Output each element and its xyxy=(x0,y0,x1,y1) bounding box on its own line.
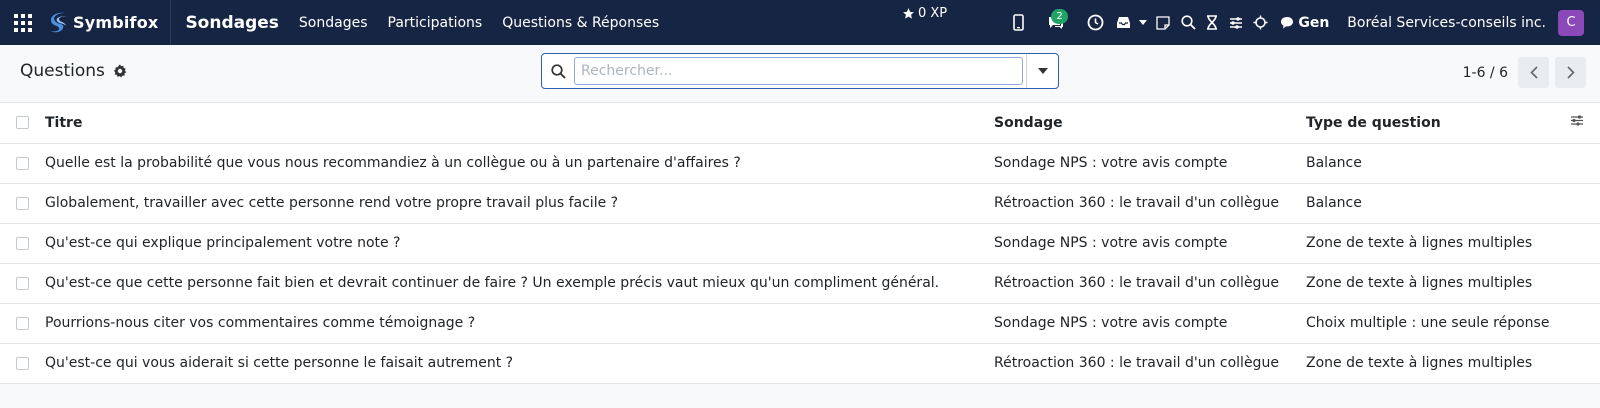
control-panel: Questions 1-6 / 6 xyxy=(0,45,1600,103)
question-title[interactable]: Pourrions-nous citer vos commentaires co… xyxy=(45,303,994,344)
select-all-checkbox[interactable] xyxy=(16,116,29,130)
search-icon[interactable] xyxy=(542,63,574,79)
row-filler xyxy=(1570,263,1600,304)
brand-logo[interactable]: Symbifox xyxy=(45,0,172,45)
pager-previous-button[interactable] xyxy=(1518,57,1549,88)
search-input[interactable] xyxy=(574,57,1023,85)
table-row[interactable]: Qu'est-ce qui vous aiderait si cette per… xyxy=(0,343,1600,384)
table-row[interactable]: Pourrions-nous citer vos commentaires co… xyxy=(0,303,1600,344)
question-type[interactable]: Balance xyxy=(1306,183,1570,224)
row-select-cell xyxy=(0,183,45,224)
caret-down-icon xyxy=(1037,68,1048,74)
question-title[interactable]: Qu'est-ce que cette personne fait bien e… xyxy=(45,263,994,304)
question-type[interactable]: Zone de texte à lignes multiples xyxy=(1306,263,1570,304)
row-filler xyxy=(1570,183,1600,224)
menu-item-questions-reponses[interactable]: Questions & Réponses xyxy=(502,15,659,31)
row-select-cell xyxy=(0,223,45,264)
questions-list: Titre Sondage Type de question Quelle es… xyxy=(0,103,1600,384)
row-select-cell xyxy=(0,343,45,384)
avatar[interactable]: C xyxy=(1558,9,1584,36)
apps-grid-icon[interactable] xyxy=(0,0,45,45)
question-survey[interactable]: Sondage NPS : votre avis compte xyxy=(994,303,1306,344)
question-survey[interactable]: Rétroaction 360 : le travail d'un collèg… xyxy=(994,343,1306,384)
question-title[interactable]: Quelle est la probabilité que vous nous … xyxy=(45,143,994,184)
table-row[interactable]: Globalement, travailler avec cette perso… xyxy=(0,183,1600,224)
search-options-toggle[interactable] xyxy=(1026,54,1058,88)
page-title: Questions xyxy=(20,61,105,81)
row-checkbox[interactable] xyxy=(16,276,29,290)
question-title[interactable]: Qu'est-ce qui vous aiderait si cette per… xyxy=(45,343,994,384)
table-row[interactable]: Quelle est la probabilité que vous nous … xyxy=(0,143,1600,184)
table-row[interactable]: Qu'est-ce que cette personne fait bien e… xyxy=(0,263,1600,304)
column-header-type[interactable]: Type de question xyxy=(1306,103,1570,144)
row-checkbox[interactable] xyxy=(16,196,29,210)
pager: 1-6 / 6 xyxy=(1463,57,1586,88)
pager-value[interactable]: 1-6 / 6 xyxy=(1463,65,1508,81)
question-survey[interactable]: Sondage NPS : votre avis compte xyxy=(994,223,1306,264)
brand-name: Symbifox xyxy=(73,13,159,32)
row-checkbox[interactable] xyxy=(16,316,29,330)
star-icon xyxy=(903,8,914,19)
company-name[interactable]: Boréal Services-conseils inc. xyxy=(1347,15,1546,31)
question-survey[interactable]: Rétroaction 360 : le travail d'un collèg… xyxy=(994,263,1306,304)
user-short-name: Gen xyxy=(1298,14,1330,31)
chevron-right-icon xyxy=(1566,66,1575,79)
sliders-icon xyxy=(1571,115,1583,126)
question-type[interactable]: Zone de texte à lignes multiples xyxy=(1306,343,1570,384)
row-filler xyxy=(1570,143,1600,184)
row-select-cell xyxy=(0,143,45,184)
logo-icon xyxy=(51,12,67,32)
bug-icon[interactable] xyxy=(1248,0,1272,45)
gear-icon[interactable] xyxy=(113,64,127,78)
optional-columns-toggle[interactable] xyxy=(1570,103,1600,144)
systray: 2 Gen Boréal Services-conseils inc. C xyxy=(1006,0,1600,45)
chevron-down-icon[interactable] xyxy=(1136,0,1150,45)
column-header-title[interactable]: Titre xyxy=(45,103,994,144)
xp-value: 0 XP xyxy=(918,6,948,21)
row-checkbox[interactable] xyxy=(16,156,29,170)
hourglass-icon[interactable] xyxy=(1200,0,1224,45)
question-type[interactable]: Zone de texte à lignes multiples xyxy=(1306,223,1570,264)
xp-indicator[interactable]: 0 XP xyxy=(902,6,947,21)
question-type[interactable]: Balance xyxy=(1306,143,1570,184)
top-navbar: Symbifox Sondages Sondages Participation… xyxy=(0,0,1600,45)
question-survey[interactable]: Rétroaction 360 : le travail d'un collèg… xyxy=(994,183,1306,224)
user-menu[interactable]: Gen xyxy=(1280,15,1329,31)
messages-badge: 2 xyxy=(1051,9,1068,24)
select-all-cell xyxy=(0,103,45,144)
clock-icon[interactable] xyxy=(1080,0,1110,45)
row-checkbox[interactable] xyxy=(16,236,29,250)
row-checkbox[interactable] xyxy=(16,356,29,370)
column-header-survey[interactable]: Sondage xyxy=(994,103,1306,144)
row-select-cell xyxy=(0,263,45,304)
app-name[interactable]: Sondages xyxy=(185,13,278,33)
question-type[interactable]: Choix multiple : une seule réponse xyxy=(1306,303,1570,344)
row-filler xyxy=(1570,223,1600,264)
sliders-icon[interactable] xyxy=(1224,0,1248,45)
question-title[interactable]: Globalement, travailler avec cette perso… xyxy=(45,183,994,224)
menu-item-participations[interactable]: Participations xyxy=(388,15,483,31)
table-header-row: Titre Sondage Type de question xyxy=(0,103,1600,144)
table-row[interactable]: Qu'est-ce qui explique principalement vo… xyxy=(0,223,1600,264)
inbox-icon[interactable] xyxy=(1110,0,1136,45)
mobile-icon[interactable] xyxy=(1006,0,1030,45)
breadcrumb: Questions xyxy=(20,61,127,81)
chat-bubble-icon xyxy=(1281,17,1294,29)
note-icon[interactable] xyxy=(1150,0,1176,45)
chevron-left-icon xyxy=(1529,66,1538,79)
messages-icon[interactable]: 2 xyxy=(1036,0,1076,45)
row-filler xyxy=(1570,303,1600,344)
pager-next-button[interactable] xyxy=(1555,57,1586,88)
search-icon[interactable] xyxy=(1176,0,1200,45)
row-select-cell xyxy=(0,303,45,344)
row-filler xyxy=(1570,343,1600,384)
menu-item-sondages[interactable]: Sondages xyxy=(299,15,368,31)
search-bar xyxy=(541,53,1059,89)
question-survey[interactable]: Sondage NPS : votre avis compte xyxy=(994,143,1306,184)
question-title[interactable]: Qu'est-ce qui explique principalement vo… xyxy=(45,223,994,264)
